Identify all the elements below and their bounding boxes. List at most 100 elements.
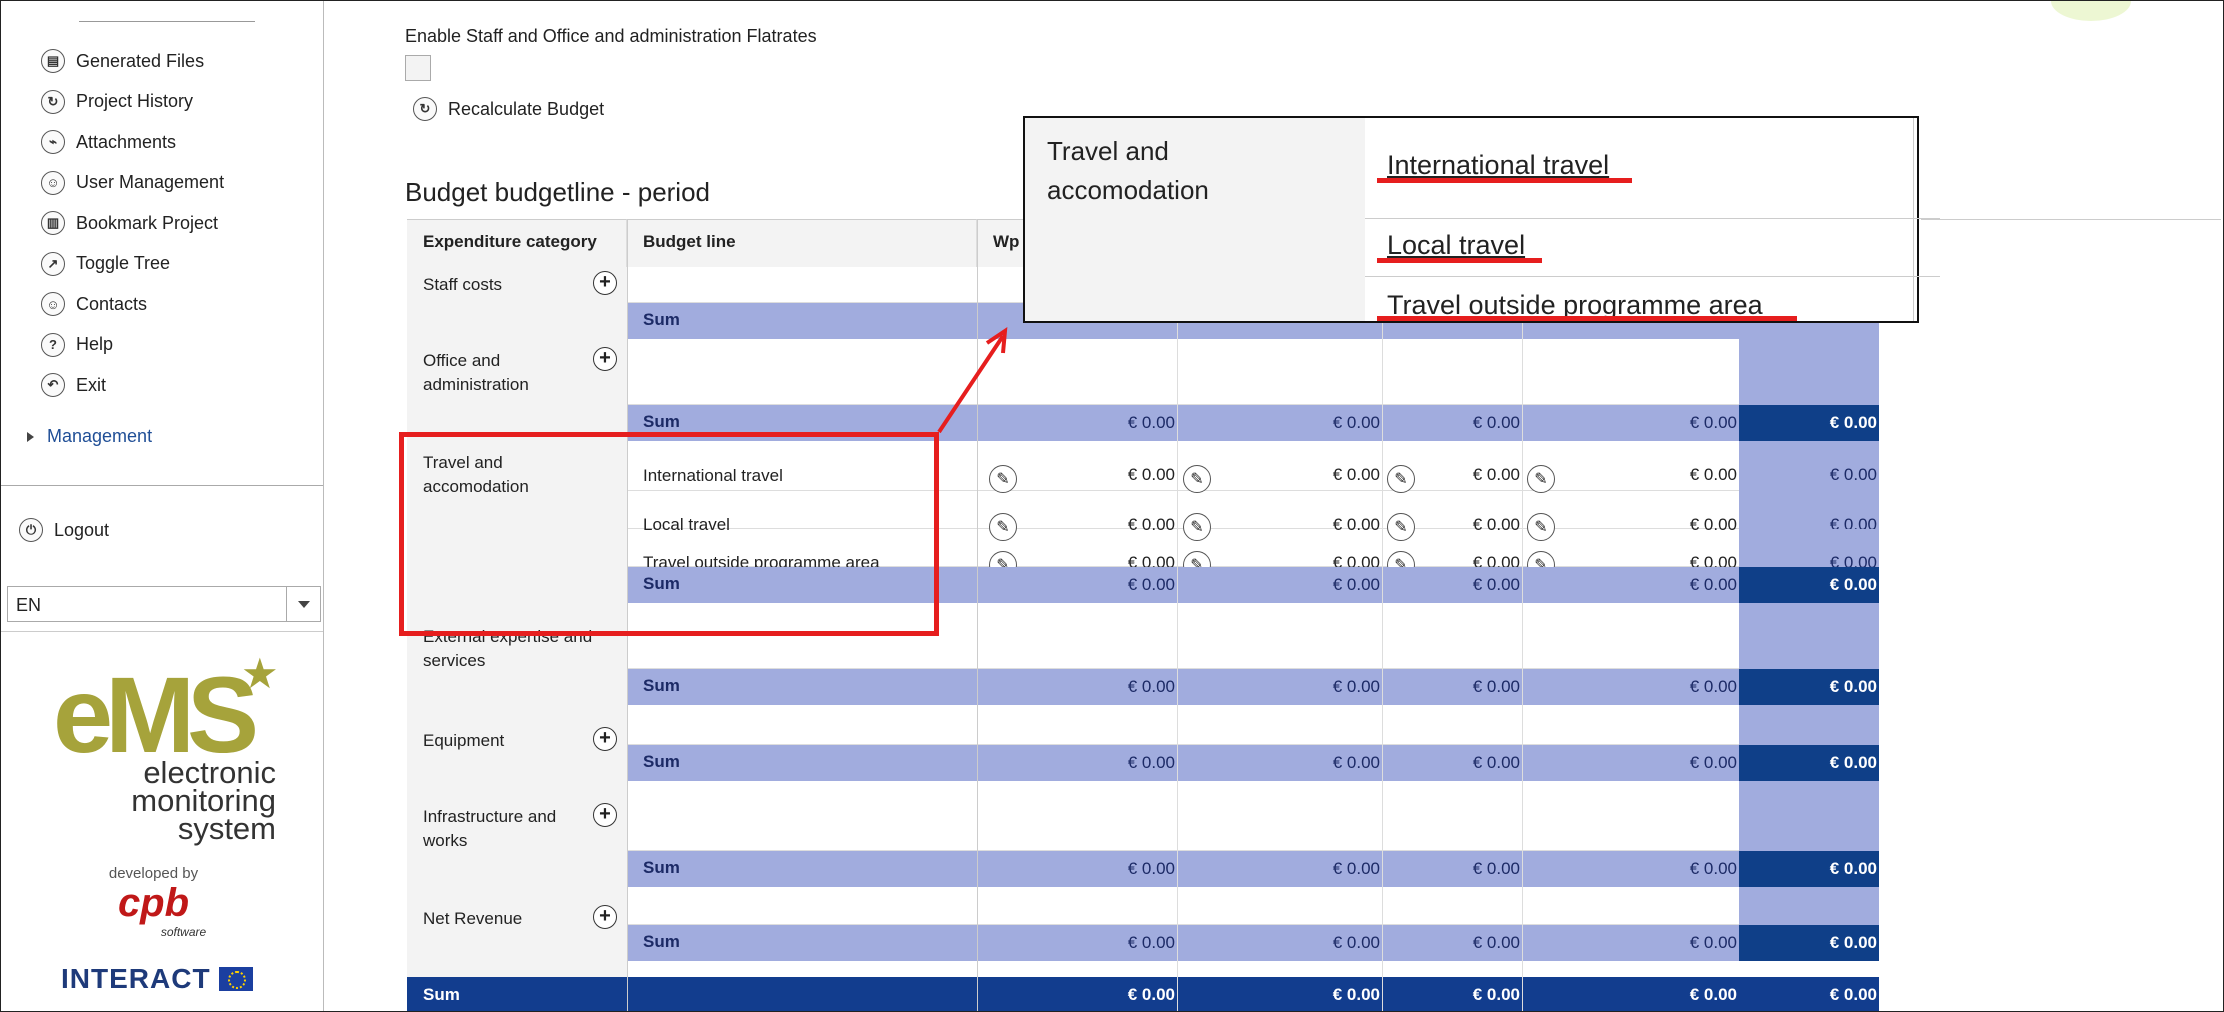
total-cell bbox=[1739, 887, 1879, 925]
exit-icon: ↶ bbox=[41, 373, 65, 398]
cell-value: € 0.00 bbox=[1332, 515, 1380, 534]
decorative-shape bbox=[2051, 1, 2131, 21]
category-line: administration bbox=[423, 375, 529, 394]
sidebar-item-label: Toggle Tree bbox=[76, 253, 171, 274]
edit-pencil-icon[interactable]: ✎ bbox=[1387, 465, 1415, 493]
sum-value: € 0.00 bbox=[1689, 677, 1737, 696]
bookmark-icon: ▥ bbox=[41, 211, 65, 236]
star-icon: ★ bbox=[241, 650, 279, 697]
total-cell bbox=[1739, 781, 1879, 851]
add-office-button[interactable]: + bbox=[593, 347, 617, 371]
add-equipment-button[interactable]: + bbox=[593, 727, 617, 751]
zoom-callout: Travel and accomodation International tr… bbox=[1023, 116, 1940, 323]
callout-category-line: Travel and bbox=[1047, 136, 1169, 166]
sum-value: € 0.00 bbox=[1472, 859, 1520, 878]
sidebar-item-toggle-tree[interactable]: ↗ Toggle Tree bbox=[41, 244, 224, 285]
sidebar-item-exit[interactable]: ↶ Exit bbox=[41, 365, 224, 406]
sum-value: € 0.00 bbox=[1472, 413, 1520, 432]
edit-pencil-icon[interactable]: ✎ bbox=[989, 465, 1017, 493]
table-row bbox=[627, 781, 1739, 851]
column-divider bbox=[1522, 267, 1523, 1011]
cpb-software: software bbox=[160, 925, 207, 939]
edit-pencil-icon[interactable]: ✎ bbox=[989, 513, 1017, 541]
language-select[interactable]: EN bbox=[7, 586, 321, 622]
total-cell: € 0.00 bbox=[1739, 491, 1879, 534]
sidebar-item-label: Exit bbox=[76, 374, 107, 395]
sum-label: Sum bbox=[643, 752, 680, 771]
sum-value: € 0.00 bbox=[1472, 753, 1520, 772]
red-underline bbox=[1377, 178, 1632, 183]
divider bbox=[1913, 118, 1914, 321]
column-divider bbox=[977, 219, 978, 1011]
table-row bbox=[627, 339, 1879, 405]
total-value: € 0.00 bbox=[1739, 925, 1879, 961]
total-value: € 0.00 bbox=[1739, 405, 1879, 441]
sidebar-item-project-history[interactable]: ↻ Project History bbox=[41, 82, 224, 123]
table-row bbox=[627, 887, 1739, 925]
column-header-budget-line: Budget line bbox=[627, 219, 977, 267]
sidebar-item-attachments[interactable]: ⌁ Attachments bbox=[41, 122, 224, 163]
divider bbox=[1921, 219, 2221, 220]
recalculate-button[interactable]: ↻ Recalculate Budget bbox=[413, 97, 604, 121]
interact-text: INTERACT bbox=[61, 963, 211, 994]
sidebar-item-contacts[interactable]: ☺ Contacts bbox=[41, 284, 224, 325]
sum-value: € 0.00 bbox=[1127, 933, 1175, 952]
total-cell bbox=[1739, 603, 1879, 669]
sum-value: € 0.00 bbox=[1127, 677, 1175, 696]
sum-value: € 0.00 bbox=[1127, 413, 1175, 432]
edit-pencil-icon[interactable]: ✎ bbox=[1183, 465, 1211, 493]
callout-link-local[interactable]: Local travel bbox=[1387, 230, 1525, 261]
logo-subtitle: electronic monitoring system bbox=[41, 757, 276, 846]
sum-value: € 0.00 bbox=[1332, 753, 1380, 772]
edit-pencil-icon[interactable]: ✎ bbox=[1183, 513, 1211, 541]
add-staff-costs-button[interactable]: + bbox=[593, 271, 617, 295]
ems-logo: eMS ★ electronic monitoring system devel… bbox=[41, 641, 291, 1011]
add-net-revenue-button[interactable]: + bbox=[593, 905, 617, 929]
category-line: works bbox=[423, 831, 468, 850]
sidebar-item-generated-files[interactable]: ▤ Generated Files bbox=[41, 41, 224, 82]
column-header-category: Expenditure category bbox=[407, 219, 627, 267]
sidebar-item-management[interactable]: Management bbox=[27, 426, 152, 447]
sum-value: € 0.00 bbox=[1689, 859, 1737, 878]
grand-total-value: € 0.00 bbox=[1332, 985, 1380, 1004]
help-icon: ? bbox=[41, 332, 65, 357]
divider bbox=[1, 485, 323, 486]
grand-total-value: € 0.00 bbox=[1689, 985, 1737, 1004]
logout-label: Logout bbox=[54, 519, 110, 540]
edit-pencil-icon[interactable]: ✎ bbox=[1387, 513, 1415, 541]
logo-ems: eMS bbox=[53, 654, 259, 775]
contact-icon: ☺ bbox=[41, 292, 65, 317]
callout-link-international[interactable]: International travel bbox=[1387, 150, 1609, 181]
sum-value: € 0.00 bbox=[1332, 413, 1380, 432]
flatrate-checkbox[interactable] bbox=[405, 55, 431, 81]
category-line: Infrastructure and bbox=[423, 807, 557, 826]
category-net-revenue: Net Revenue bbox=[407, 907, 607, 931]
sidebar-item-help[interactable]: ? Help bbox=[41, 325, 224, 366]
sidebar-item-label: Contacts bbox=[76, 293, 148, 314]
category-staff-costs: Staff costs bbox=[407, 273, 607, 297]
logout-button[interactable]: ⏻ Logout bbox=[19, 518, 109, 542]
cell-value: € 0.00 bbox=[1127, 465, 1175, 484]
total-cell: € 0.00 bbox=[1739, 529, 1879, 572]
logo-subtitle-line: system bbox=[177, 811, 276, 846]
user-icon: ☺ bbox=[41, 170, 65, 195]
sum-label: Sum bbox=[643, 858, 680, 877]
sidebar-item-user-management[interactable]: ☺ User Management bbox=[41, 163, 224, 204]
total-cell bbox=[1739, 705, 1879, 745]
sum-value: € 0.00 bbox=[1332, 677, 1380, 696]
cpb-logo: cpb bbox=[117, 881, 190, 925]
sidebar-nav: ▤ Generated Files ↻ Project History ⌁ Attac… bbox=[41, 41, 224, 406]
edit-pencil-icon[interactable]: ✎ bbox=[1527, 513, 1555, 541]
add-infrastructure-button[interactable]: + bbox=[593, 803, 617, 827]
divider bbox=[1365, 218, 1940, 219]
category-line: services bbox=[423, 651, 486, 670]
sidebar-item-label: Help bbox=[76, 334, 114, 355]
chevron-down-icon[interactable] bbox=[298, 601, 310, 608]
triangle-right-icon bbox=[27, 431, 34, 442]
sidebar-item-bookmark-project[interactable]: ▥ Bookmark Project bbox=[41, 203, 224, 244]
language-value: EN bbox=[16, 595, 42, 615]
grand-total-label: Sum bbox=[407, 977, 627, 1011]
highlight-box bbox=[399, 432, 939, 636]
sum-value: € 0.00 bbox=[1472, 933, 1520, 952]
edit-pencil-icon[interactable]: ✎ bbox=[1527, 465, 1555, 493]
